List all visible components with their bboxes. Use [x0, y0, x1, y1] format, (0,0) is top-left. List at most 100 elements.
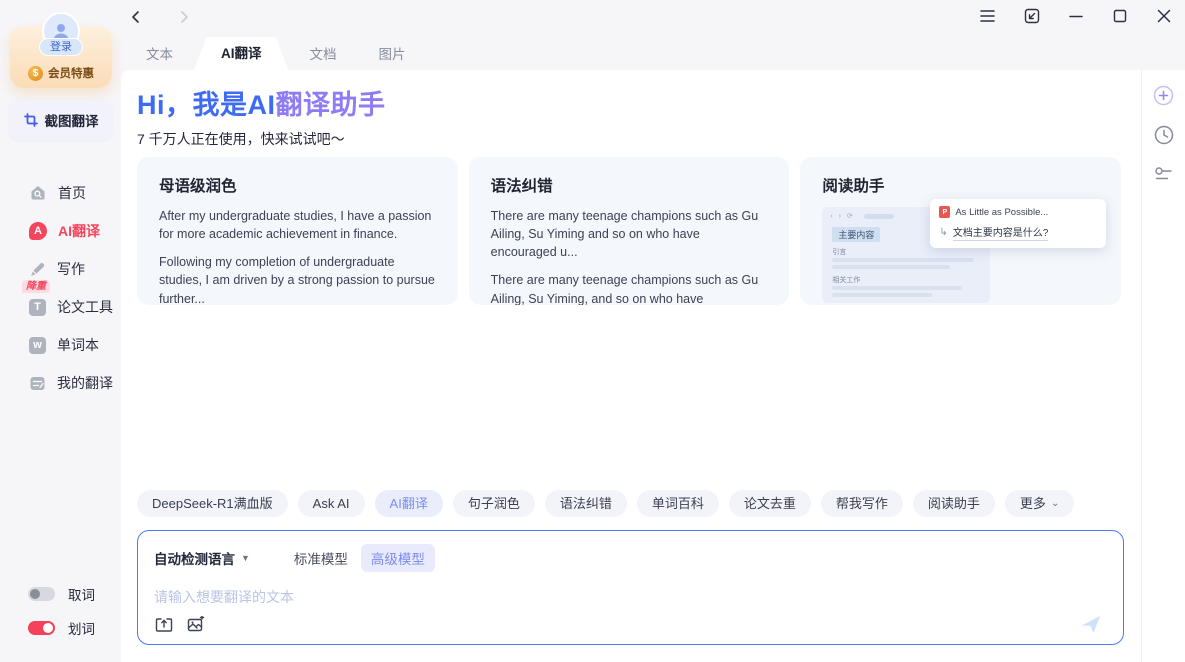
sidebar-toggles: 取词 划词 — [28, 580, 95, 648]
content-area: Hi，我是AI翻译助手 7 千万人正在使用，快来试试吧～ 母语级润色 After… — [121, 70, 1141, 662]
upload-file-icon[interactable] — [155, 616, 174, 635]
card-native-polish[interactable]: 母语级润色 After my undergraduate studies, I … — [137, 157, 458, 305]
chip-deepseek[interactable]: DeepSeek-R1满血版 — [137, 490, 288, 517]
mock-section-1: 引言 — [832, 247, 846, 257]
ai-translate-icon: A — [29, 222, 47, 240]
pdf-icon: P — [939, 206, 950, 218]
select-word-toggle[interactable] — [28, 621, 55, 635]
member-offer-card[interactable]: 登录 $ 会员特惠 — [10, 26, 112, 88]
card-title: 阅读助手 — [822, 174, 1099, 196]
settings-slider-icon[interactable] — [1153, 163, 1174, 184]
language-selector-label: 自动检测语言 — [154, 548, 235, 568]
card-paragraph: After my undergraduate studies, I have a… — [159, 207, 436, 243]
chip-reading-assistant[interactable]: 阅读助手 — [913, 490, 995, 517]
card-title: 母语级润色 — [159, 174, 436, 196]
tab-text[interactable]: 文本 — [125, 39, 194, 71]
crop-icon — [24, 113, 38, 127]
hero: Hi，我是AI翻译助手 7 千万人正在使用，快来试试吧～ — [137, 83, 386, 149]
sidebar-item-label: 首页 — [58, 186, 86, 200]
card-title: 语法纠错 — [491, 174, 768, 196]
mock-address-pill — [864, 214, 894, 219]
wordbook-icon: w — [29, 337, 46, 354]
card-paragraph: Following my completion of undergraduate… — [159, 253, 436, 305]
model-standard-button[interactable]: 标准模型 — [294, 548, 348, 568]
maximize-icon[interactable] — [1111, 7, 1128, 24]
chevron-down-icon: ⌄ — [1051, 499, 1059, 509]
coin-icon: $ — [28, 66, 43, 81]
mock-menu-label: 主要内容 — [832, 227, 880, 242]
chip-help-write[interactable]: 帮我写作 — [821, 490, 903, 517]
close-icon[interactable] — [1155, 7, 1172, 24]
tab-ai-translate[interactable]: AI翻译 — [194, 37, 289, 71]
window-controls — [979, 7, 1172, 24]
sidebar-item-ai-translate[interactable]: A AI翻译 — [0, 212, 121, 250]
feature-cards: 母语级润色 After my undergraduate studies, I … — [137, 157, 1121, 305]
right-rail — [1141, 70, 1185, 662]
compact-mode-icon[interactable] — [1023, 7, 1040, 24]
sidebar-item-label: 写作 — [57, 262, 85, 276]
reading-assistant-preview: ‹ › ⟳ 主要内容 引言 相关工作 P As Little as Possib… — [822, 207, 990, 303]
chip-ask-ai[interactable]: Ask AI — [298, 490, 365, 517]
main-panel: Hi，我是AI翻译助手 7 千万人正在使用，快来试试吧～ 母语级润色 After… — [121, 70, 1185, 662]
pen-icon — [29, 261, 46, 278]
sidebar-item-label: 单词本 — [57, 338, 99, 352]
chip-ai-translate[interactable]: AI翻译 — [375, 490, 443, 517]
chip-more[interactable]: 更多⌄ — [1005, 490, 1074, 517]
language-selector[interactable]: 自动检测语言 ▼ — [154, 548, 250, 568]
model-advanced-button[interactable]: 高级模型 — [361, 544, 435, 572]
page-title: Hi，我是AI翻译助手 — [137, 83, 386, 122]
card-reading-assistant[interactable]: 阅读助手 ‹ › ⟳ 主要内容 引言 相关工作 P As Little as P… — [800, 157, 1121, 305]
home-search-icon — [29, 184, 47, 202]
sidebar-item-wordbook[interactable]: w 单词本 — [0, 326, 121, 364]
translate-composer: 自动检测语言 ▼ 标准模型 高级模型 请输入想要翻译的文本 — [137, 530, 1124, 645]
mock-chat-popup: P As Little as Possible... ↳ 文档主要内容是什么? — [930, 199, 1106, 248]
quick-action-chips: DeepSeek-R1满血版 Ask AI AI翻译 句子润色 语法纠错 单词百… — [137, 490, 1074, 517]
sidebar: 登录 $ 会员特惠 截图翻译 首页 A AI翻译 写作 降重 T 论文工具 w … — [0, 0, 121, 662]
card-grammar-check[interactable]: 语法纠错 There are many teenage champions su… — [469, 157, 790, 305]
chevron-down-icon: ▼ — [241, 553, 250, 563]
translate-input[interactable]: 请输入想要翻译的文本 — [154, 587, 1107, 607]
sidebar-item-paper-tools[interactable]: 降重 T 论文工具 — [0, 288, 121, 326]
sidebar-item-my-translations[interactable]: 我的翻译 — [0, 364, 121, 402]
select-word-label: 划词 — [68, 618, 95, 638]
chip-sentence-polish[interactable]: 句子润色 — [453, 490, 535, 517]
sidebar-item-label: 论文工具 — [57, 300, 113, 314]
app-window: { "account": { "login_label": "登录", "mem… — [0, 0, 1185, 662]
mode-tabs: 文本 AI翻译 文档 图片 — [125, 37, 427, 70]
sidebar-item-label: AI翻译 — [58, 224, 100, 238]
sidebar-menu: 首页 A AI翻译 写作 降重 T 论文工具 w 单词本 我的翻译 — [0, 174, 121, 402]
login-button[interactable]: 登录 — [39, 38, 83, 56]
mock-pdf-name: As Little as Possible... — [955, 207, 1048, 218]
card-paragraph: There are many teenage champions such as… — [491, 207, 768, 261]
screenshot-translate-button[interactable]: 截图翻译 — [10, 100, 112, 140]
tab-image[interactable]: 图片 — [358, 39, 427, 71]
nav-back-button[interactable] — [127, 8, 145, 26]
sidebar-item-label: 我的翻译 — [57, 376, 113, 390]
chip-grammar-check[interactable]: 语法纠错 — [545, 490, 627, 517]
chip-word-encyclopedia[interactable]: 单词百科 — [637, 490, 719, 517]
history-doc-icon — [29, 375, 46, 392]
upload-image-icon[interactable] — [187, 616, 206, 635]
reply-arrow-icon: ↳ — [939, 227, 947, 238]
nav-forward-button[interactable] — [175, 8, 193, 26]
capture-word-label: 取词 — [68, 584, 95, 604]
history-icon[interactable] — [1153, 124, 1174, 145]
screenshot-translate-label: 截图翻译 — [45, 110, 99, 130]
sidebar-item-writing[interactable]: 写作 — [0, 250, 121, 288]
capture-word-toggle[interactable] — [28, 587, 55, 601]
new-session-icon[interactable] — [1153, 85, 1174, 106]
minimize-icon[interactable] — [1067, 7, 1084, 24]
card-paragraph: There are many teenage champions such as… — [491, 271, 768, 305]
menu-icon[interactable] — [979, 7, 996, 24]
member-offer-label: 会员特惠 — [48, 65, 94, 81]
mock-section-2: 相关工作 — [832, 275, 860, 285]
discount-badge: 降重 — [22, 280, 50, 293]
send-button[interactable] — [1079, 612, 1103, 636]
paper-tools-icon: T — [29, 299, 46, 316]
mock-question: 文档主要内容是什么? — [953, 224, 1049, 241]
chip-paper-dedup[interactable]: 论文去重 — [729, 490, 811, 517]
mock-browser-chrome: ‹ › ⟳ — [830, 212, 854, 220]
sidebar-item-home[interactable]: 首页 — [0, 174, 121, 212]
tab-document[interactable]: 文档 — [289, 39, 358, 71]
page-subtitle: 7 千万人正在使用，快来试试吧～ — [137, 129, 386, 149]
